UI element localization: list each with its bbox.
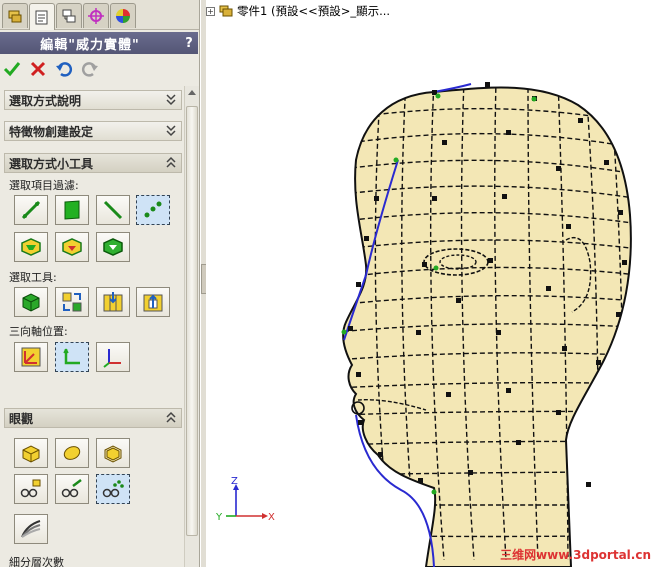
view-glasses-vertex-button[interactable] xyxy=(96,474,130,504)
axis-y-label: Y xyxy=(216,512,223,523)
undo-icon xyxy=(56,62,73,77)
panel-actions xyxy=(2,58,100,80)
view-glasses-edge-button[interactable] xyxy=(55,474,89,504)
head-surface xyxy=(342,86,632,567)
select-grow-button[interactable] xyxy=(96,287,130,317)
triad-local-button[interactable] xyxy=(55,342,89,372)
vertex-icon xyxy=(144,201,162,218)
reference-triad: Z Y X xyxy=(215,474,276,527)
configuration-manager-tab[interactable] xyxy=(56,3,82,28)
filter-edge-button[interactable] xyxy=(96,195,130,225)
axis-x-label: X xyxy=(268,512,275,523)
help-button[interactable]: ? xyxy=(180,36,198,51)
chevron-up-icon xyxy=(166,411,176,423)
select-convert-button[interactable] xyxy=(55,287,89,317)
view-cage-button[interactable] xyxy=(96,438,130,468)
glasses-vertex-icon xyxy=(102,480,124,498)
face-icon xyxy=(64,200,80,220)
axis-z-label: Z xyxy=(231,476,238,487)
group-title: 特徵物創建設定 xyxy=(9,124,94,139)
selection-tools-group[interactable]: 選取方式小工具 xyxy=(4,153,182,173)
feature-creation-group[interactable]: 特徵物創建設定 xyxy=(4,121,182,141)
undo-button[interactable] xyxy=(54,59,74,79)
panel-title: 編輯"威力實體" xyxy=(40,37,140,53)
configuration-icon xyxy=(62,9,76,23)
triad-screen-button[interactable] xyxy=(96,342,130,372)
triad-icon: Z Y X xyxy=(215,476,275,523)
triad-world-button[interactable] xyxy=(14,342,48,372)
edge-icon xyxy=(103,200,123,220)
subdivision-layers-icon xyxy=(21,520,41,538)
feature-tree-icon xyxy=(8,10,22,23)
view-glasses-box-button[interactable] xyxy=(14,474,48,504)
graphics-viewport[interactable]: + 零件1 (預設<<預設>_顯示... Z Y X 三维网www.3dport… xyxy=(206,0,659,567)
convert-grid-icon xyxy=(62,292,82,312)
filter-face-ring-button[interactable] xyxy=(55,232,89,262)
tools-label: 選取工具: xyxy=(9,271,57,284)
chevron-down-icon xyxy=(166,125,176,137)
view-smooth-button[interactable] xyxy=(55,438,89,468)
filter-face-loop-button[interactable] xyxy=(14,232,48,262)
close-icon xyxy=(30,61,46,77)
triad-local-icon xyxy=(63,348,80,365)
scroll-up-icon[interactable] xyxy=(188,90,196,95)
view-group[interactable]: 眼觀 xyxy=(4,408,182,428)
cage-box-icon xyxy=(104,445,122,463)
redo-button[interactable] xyxy=(80,59,100,79)
filter-vertex-button[interactable] xyxy=(136,195,170,225)
view-box-button[interactable] xyxy=(14,438,48,468)
glasses-edge-icon xyxy=(61,479,82,498)
edge-point-icon xyxy=(21,200,41,220)
smooth-ellipse-icon xyxy=(63,446,81,460)
feature-manager-tab[interactable] xyxy=(2,3,28,28)
dimxpert-tab[interactable] xyxy=(83,3,109,28)
face-grow-icon xyxy=(103,238,123,256)
appearance-tab[interactable] xyxy=(110,3,136,28)
property-manager-tab[interactable] xyxy=(29,3,55,30)
checkmark-icon xyxy=(3,62,21,77)
glasses-box-icon xyxy=(20,479,41,498)
color-wheel-icon xyxy=(116,9,130,23)
view-subdivision-button[interactable] xyxy=(14,514,48,544)
panel-title-bar: 編輯"威力實體" ? xyxy=(0,32,198,54)
property-manager-panel: 編輯"威力實體" ? 選取方式說明 特徵物創建設定 選取方式小工具 選取項目過濾… xyxy=(0,0,200,567)
property-sheet-icon xyxy=(35,10,48,25)
chevron-down-icon xyxy=(166,94,176,106)
chevron-up-icon xyxy=(166,156,176,168)
select-shrink-button[interactable] xyxy=(136,287,170,317)
select-body-button[interactable] xyxy=(14,287,48,317)
selection-help-group[interactable]: 選取方式說明 xyxy=(4,90,182,110)
panel-scrollbar[interactable] xyxy=(184,86,199,567)
cancel-button[interactable] xyxy=(28,59,48,79)
group-title: 眼觀 xyxy=(9,411,34,426)
triad-world-icon xyxy=(21,347,41,367)
ok-button[interactable] xyxy=(2,59,22,79)
triad-label: 三向軸位置: xyxy=(9,325,68,338)
face-loop-icon xyxy=(21,238,41,256)
group-title: 選取方式小工具 xyxy=(9,156,94,171)
scrollbar-thumb[interactable] xyxy=(186,106,198,536)
crosshair-icon xyxy=(88,8,104,24)
grid-arrows-icon xyxy=(103,292,123,312)
face-ring-icon xyxy=(62,238,82,256)
grid-up-arrow-icon xyxy=(143,294,163,312)
filter-edge-point-button[interactable] xyxy=(14,195,48,225)
group-title: 選取方式說明 xyxy=(9,93,82,108)
cube-icon xyxy=(22,293,40,312)
redo-icon xyxy=(81,62,98,77)
subdivision-label: 細分層次數 xyxy=(9,556,64,567)
triad-screen-icon xyxy=(103,349,121,368)
filter-face-grow-button[interactable] xyxy=(96,232,130,262)
watermark: 三维网www.3dportal.cn xyxy=(500,548,651,562)
panel-scroll-area: 選取方式說明 特徵物創建設定 選取方式小工具 選取項目過濾: 選取工具: 三向軸… xyxy=(0,86,199,567)
panel-tab-bar xyxy=(0,0,199,30)
yellow-box-icon xyxy=(22,445,40,463)
filter-label: 選取項目過濾: xyxy=(9,179,79,192)
filter-face-button[interactable] xyxy=(55,195,89,225)
